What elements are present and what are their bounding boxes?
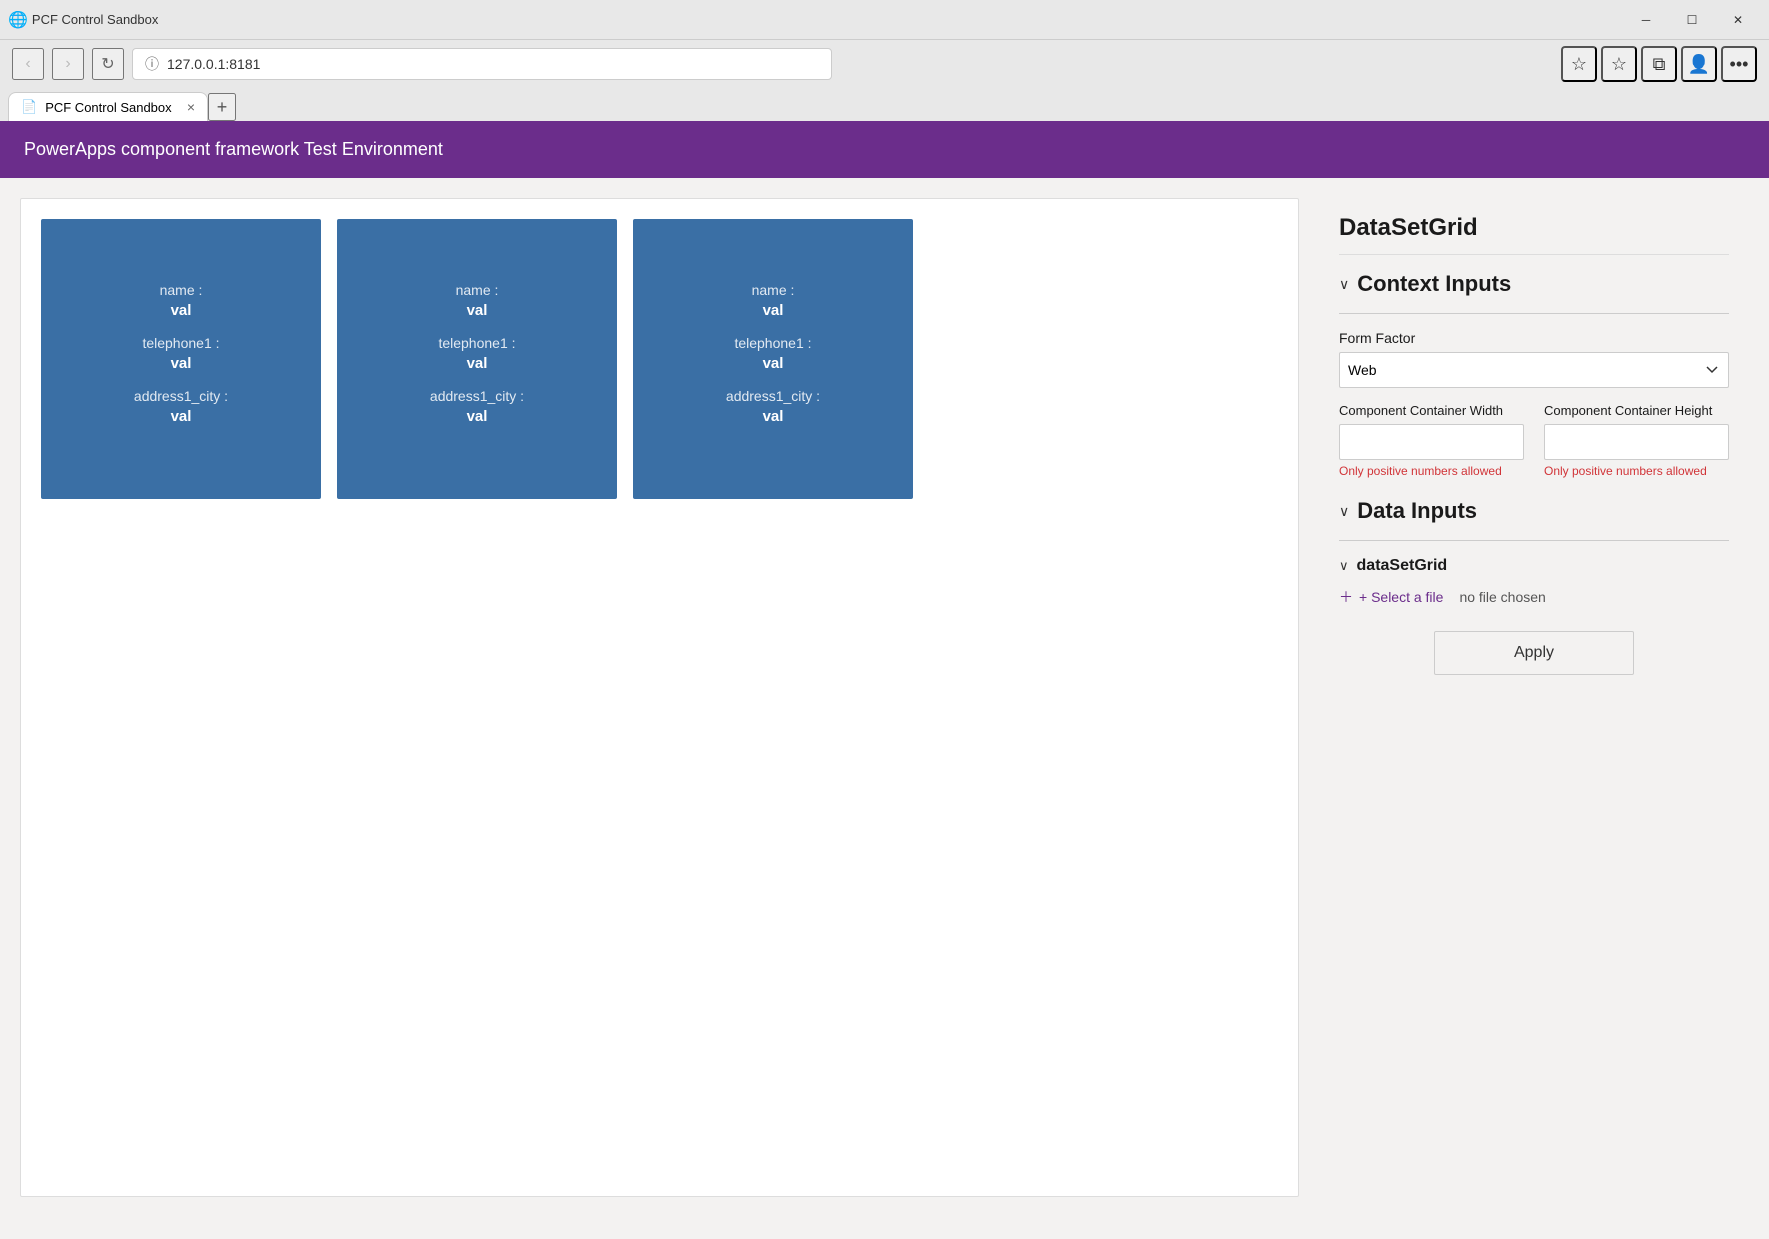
container-height-input[interactable] — [1544, 424, 1729, 460]
select-file-label: + Select a file — [1359, 589, 1443, 605]
card-1-name-value: val — [171, 302, 192, 319]
select-file-button[interactable]: ＋ + Select a file — [1339, 587, 1443, 607]
tab-bar: 📄 PCF Control Sandbox × + — [0, 88, 1769, 121]
card-3-telephone-value: val — [763, 355, 784, 372]
container-width-error: Only positive numbers allowed — [1339, 464, 1524, 478]
card-3-name-label: name : — [752, 282, 795, 298]
data-inputs-header: ∨ Data Inputs — [1339, 498, 1729, 524]
card-2-address-label: address1_city : — [430, 388, 524, 404]
context-inputs-title: Context Inputs — [1357, 271, 1511, 297]
card-2-address-value: val — [467, 408, 488, 425]
browser-toolbar: ☆ ☆ ⧉ 👤 ••• — [1561, 46, 1757, 82]
window-title: PCF Control Sandbox — [32, 12, 158, 27]
card-1-telephone-value: val — [171, 355, 192, 372]
card-1-address-value: val — [171, 408, 192, 425]
context-inputs-section: ∨ Context Inputs Form Factor Web Tablet … — [1339, 271, 1729, 478]
data-inputs-chevron[interactable]: ∨ — [1339, 503, 1349, 520]
container-width-label: Component Container Width — [1339, 402, 1524, 420]
card-2-telephone-label: telephone1 : — [438, 335, 515, 351]
tab-close-button[interactable]: × — [187, 99, 195, 115]
card-1-name-label: name : — [160, 282, 203, 298]
profile-button[interactable]: 👤 — [1681, 46, 1717, 82]
main-layout: name : val telephone1 : val address1_cit… — [0, 178, 1769, 1217]
data-card-1: name : val telephone1 : val address1_cit… — [41, 219, 321, 499]
apply-button[interactable]: Apply — [1434, 631, 1634, 675]
window-app-icon: 🌐 — [8, 10, 28, 30]
container-height-col: Component Container Height Only positive… — [1544, 402, 1729, 478]
card-3-telephone-label: telephone1 : — [734, 335, 811, 351]
data-card-3: name : val telephone1 : val address1_cit… — [633, 219, 913, 499]
panel-title: DataSetGrid — [1339, 214, 1729, 255]
data-card-2: name : val telephone1 : val address1_cit… — [337, 219, 617, 499]
window-controls: ─ ☐ ✕ — [1623, 4, 1761, 36]
active-tab[interactable]: 📄 PCF Control Sandbox × — [8, 92, 208, 121]
forward-button[interactable]: › — [52, 48, 84, 80]
container-height-error: Only positive numbers allowed — [1544, 464, 1729, 478]
dataset-grid-title: dataSetGrid — [1357, 557, 1448, 575]
card-1-telephone-label: telephone1 : — [142, 335, 219, 351]
tab-title: PCF Control Sandbox — [45, 100, 171, 115]
file-select-row: ＋ + Select a file no file chosen — [1339, 587, 1729, 607]
refresh-button[interactable]: ↻ — [92, 48, 124, 80]
back-button[interactable]: ‹ — [12, 48, 44, 80]
data-inputs-section: ∨ Data Inputs ∨ dataSetGrid ＋ + Select a… — [1339, 498, 1729, 607]
card-3-name-value: val — [763, 302, 784, 319]
card-2-telephone-value: val — [467, 355, 488, 372]
collections-button[interactable]: ⧉ — [1641, 46, 1677, 82]
close-button[interactable]: ✕ — [1715, 4, 1761, 36]
window-title-bar: 🌐 PCF Control Sandbox ─ ☐ ✕ — [0, 0, 1769, 40]
form-factor-row: Form Factor Web Tablet Phone — [1339, 330, 1729, 388]
cards-container: name : val telephone1 : val address1_cit… — [41, 219, 1278, 499]
form-factor-label: Form Factor — [1339, 330, 1729, 346]
data-inputs-title: Data Inputs — [1357, 498, 1477, 524]
container-width-col: Component Container Width Only positive … — [1339, 402, 1524, 478]
context-inputs-divider — [1339, 313, 1729, 314]
info-icon: ⓘ — [145, 54, 159, 74]
more-button[interactable]: ••• — [1721, 46, 1757, 82]
card-3-address-value: val — [763, 408, 784, 425]
card-2-name-label: name : — [456, 282, 499, 298]
context-inputs-chevron[interactable]: ∨ — [1339, 276, 1349, 293]
no-file-text: no file chosen — [1459, 589, 1545, 605]
url-text: 127.0.0.1:8181 — [167, 56, 260, 72]
reading-list-button[interactable]: ☆ — [1601, 46, 1637, 82]
window-frame: 🌐 PCF Control Sandbox ─ ☐ ✕ ‹ › ↻ ⓘ 127.… — [0, 0, 1769, 121]
maximize-button[interactable]: ☐ — [1669, 4, 1715, 36]
minimize-button[interactable]: ─ — [1623, 4, 1669, 36]
card-1-address-label: address1_city : — [134, 388, 228, 404]
favorites-button[interactable]: ☆ — [1561, 46, 1597, 82]
dataset-grid-chevron[interactable]: ∨ — [1339, 558, 1349, 574]
card-3-address-label: address1_city : — [726, 388, 820, 404]
context-inputs-header: ∨ Context Inputs — [1339, 271, 1729, 297]
card-2-name-value: val — [467, 302, 488, 319]
app-header: PowerApps component framework Test Envir… — [0, 121, 1769, 178]
container-height-label: Component Container Height — [1544, 402, 1729, 420]
container-width-input[interactable] — [1339, 424, 1524, 460]
container-dimensions-row: Component Container Width Only positive … — [1339, 402, 1729, 478]
dataset-grid-header: ∨ dataSetGrid — [1339, 557, 1729, 575]
address-bar[interactable]: ⓘ 127.0.0.1:8181 — [132, 48, 832, 80]
right-panel: DataSetGrid ∨ Context Inputs Form Factor… — [1319, 198, 1749, 1197]
data-inputs-divider — [1339, 540, 1729, 541]
browser-address-bar: ‹ › ↻ ⓘ 127.0.0.1:8181 ☆ ☆ ⧉ 👤 ••• — [0, 40, 1769, 88]
app-header-title: PowerApps component framework Test Envir… — [24, 139, 443, 159]
plus-icon: ＋ — [1339, 587, 1353, 607]
tab-page-icon: 📄 — [21, 99, 37, 115]
content-area: name : val telephone1 : val address1_cit… — [20, 198, 1299, 1197]
form-factor-select[interactable]: Web Tablet Phone — [1339, 352, 1729, 388]
new-tab-button[interactable]: + — [208, 93, 236, 121]
